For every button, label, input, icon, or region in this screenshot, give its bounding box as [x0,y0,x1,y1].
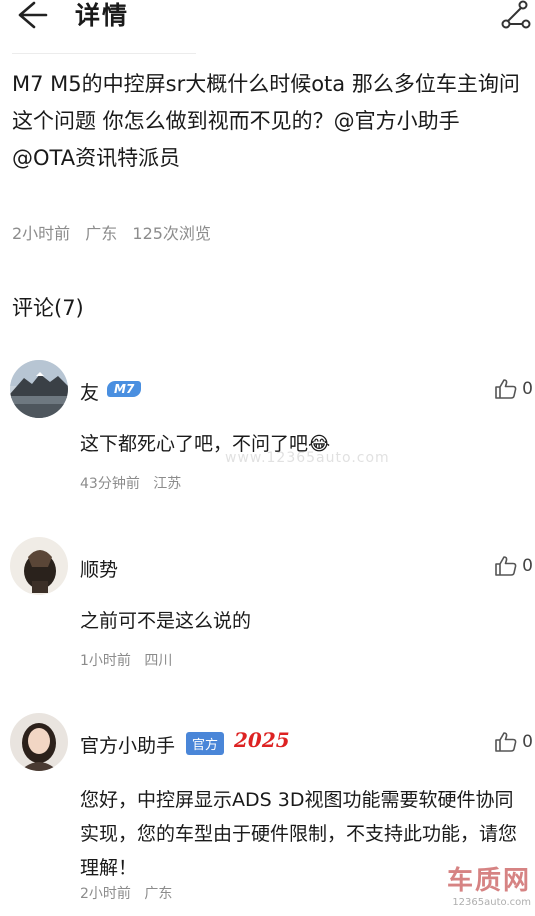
thumbs-up-icon [495,379,517,399]
avatar[interactable] [10,713,68,771]
post-views: 125次浏览 [132,224,211,243]
top-bar: 详情 [0,0,535,42]
watermark-logo-url: 12365auto.com [452,897,531,908]
arrow-left-icon [18,1,48,29]
like-button[interactable]: 0 [494,378,533,400]
comment-meta: 2小时前 广东 [80,883,181,903]
comments-heading: 评论(7) [12,296,84,320]
back-button[interactable] [14,0,50,30]
watermark-text: www.12365auto.com [225,450,390,466]
comment-meta: 1小时前 四川 [80,650,181,670]
comment-text: 之前可不是这么说的 [80,610,252,632]
thumbs-up-icon [495,556,517,576]
like-button[interactable]: 0 [494,731,533,753]
comment-meta: 43分钟前 江苏 [80,473,190,493]
comment-author[interactable]: 官方小助手 [80,731,175,758]
share-button[interactable] [499,0,533,30]
comment-time: 1小时前 [80,653,131,669]
comment-location: 四川 [144,653,173,669]
like-count: 0 [522,379,533,399]
avatar[interactable] [10,537,68,595]
header-divider [12,53,196,54]
post-meta: 2小时前 广东 125次浏览 [12,220,221,244]
share-icon [501,0,531,29]
comment-author[interactable]: 顺势 [80,555,118,582]
comment-item: 友 M7 0 这下都死心了吧，不问了吧😂 43分钟前 江苏 [0,360,535,500]
comment-location: 广东 [144,886,173,902]
like-count: 0 [522,732,533,752]
page-title: 详情 [75,1,130,30]
year-badge: 2025 [234,728,290,752]
like-button[interactable]: 0 [494,555,533,577]
post-body: M7 M5的中控屏sr大概什么时候ota 那么多位车主询问这个问题 你怎么做到视… [12,72,520,170]
thumbs-up-icon [495,732,517,752]
like-count: 0 [522,556,533,576]
comment-item: 顺势 0 之前可不是这么说的 1小时前 四川 [0,537,535,677]
comment-location: 江苏 [153,476,182,492]
post-location: 广东 [85,224,118,243]
official-badge: 官方 [186,732,225,755]
comment-time: 2小时前 [80,886,131,902]
comment-time: 43分钟前 [80,476,140,492]
avatar[interactable] [10,360,68,418]
comment-author[interactable]: 友 [80,378,99,405]
post-time: 2小时前 [12,224,71,243]
vehicle-badge: M7 [107,381,142,397]
watermark-logo: 车质网 12365auto.com [447,860,531,908]
watermark-logo-text: 车质网 [446,866,531,896]
